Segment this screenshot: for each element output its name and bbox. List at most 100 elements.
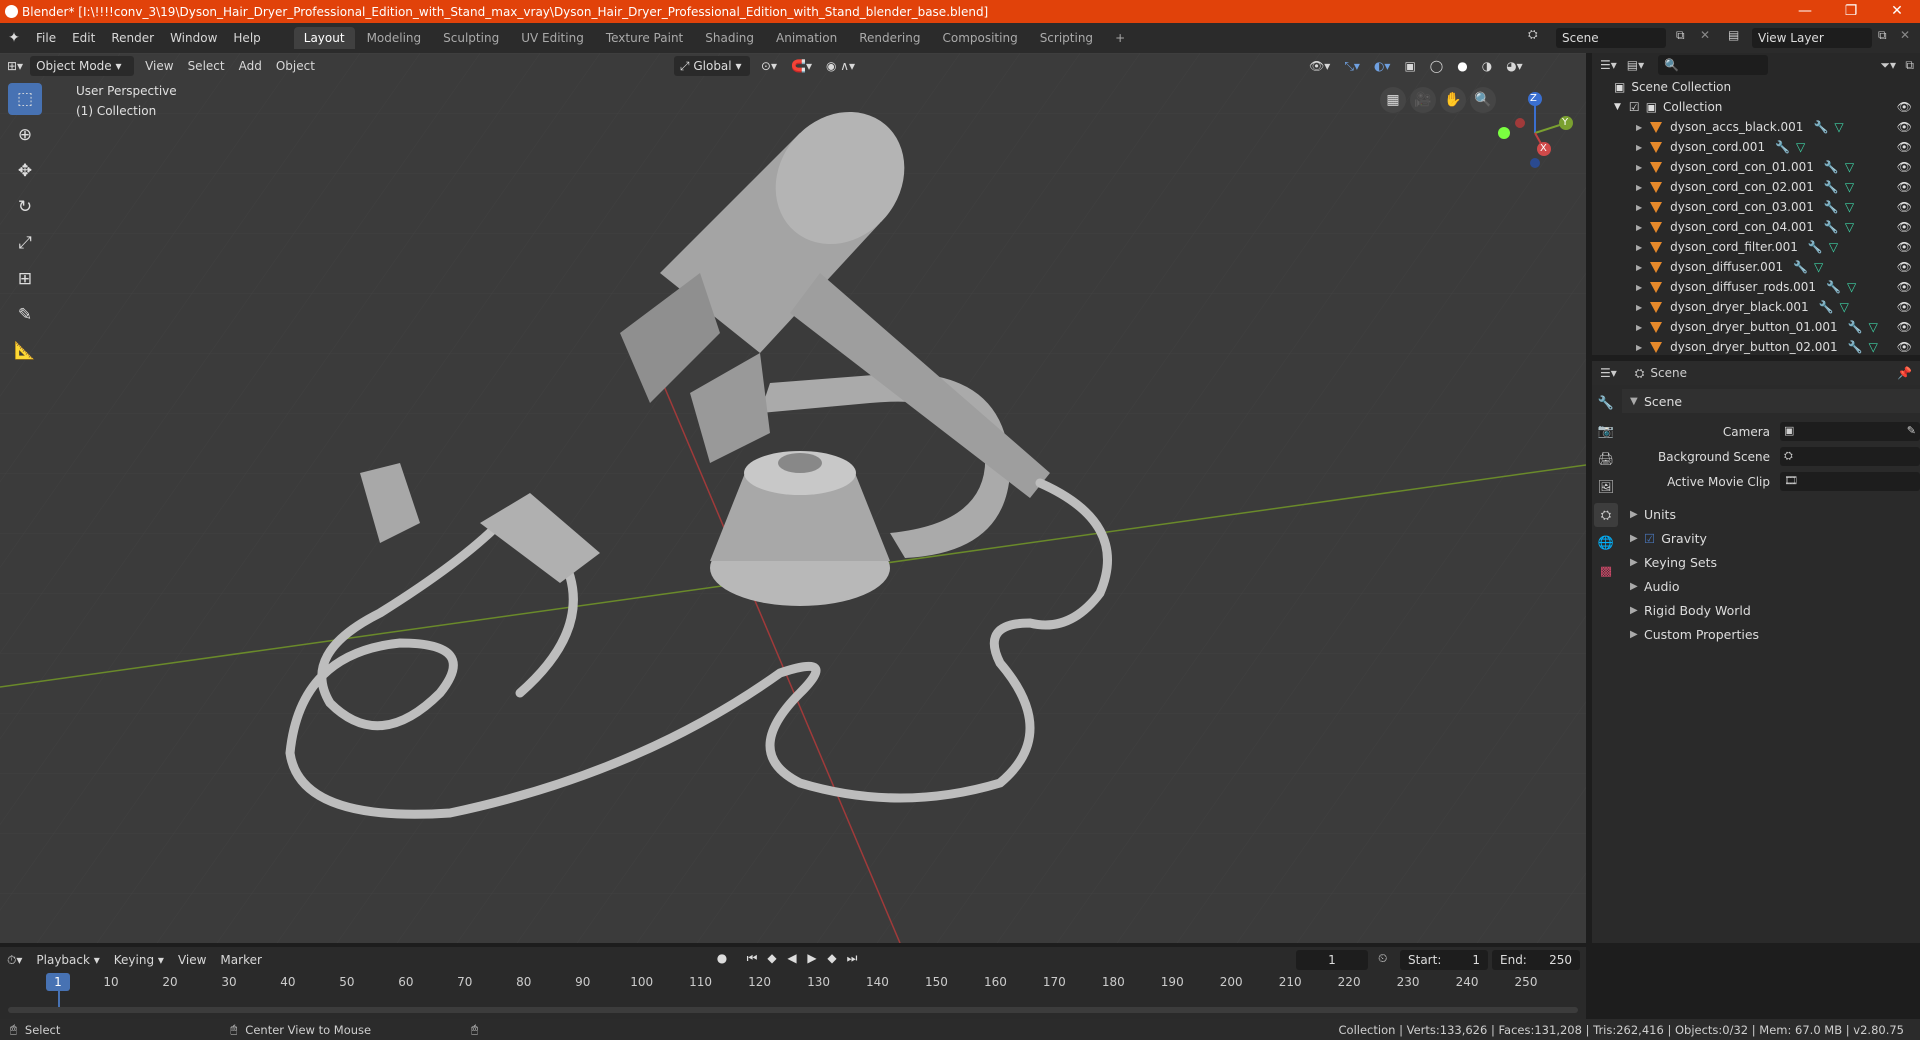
modifier-wrench-icon[interactable]: 🔧 (1826, 280, 1841, 294)
snap-icon[interactable]: 🧲▾ (784, 55, 819, 77)
expand-arrow-icon[interactable]: ▶ (1636, 183, 1642, 192)
new-scene-icon[interactable]: ⧉ (1676, 28, 1685, 43)
viewport-menu-view[interactable]: View (138, 55, 180, 77)
expand-arrow-icon[interactable]: ▶ (1636, 343, 1642, 352)
modifier-wrench-icon[interactable]: 🔧 (1848, 320, 1863, 334)
expand-arrow-icon[interactable]: ▶ (1636, 123, 1642, 132)
tab-uv-editing[interactable]: UV Editing (511, 27, 594, 49)
mesh-data-icon[interactable]: ▽ (1840, 300, 1849, 314)
eye-icon[interactable]: 👁 (1897, 280, 1912, 294)
modifier-wrench-icon[interactable]: 🔧 (1824, 160, 1839, 174)
tab-texture-paint[interactable]: Texture Paint (596, 27, 693, 49)
eye-icon[interactable]: 👁 (1897, 140, 1912, 154)
modifier-wrench-icon[interactable]: 🔧 (1819, 300, 1834, 314)
modifier-wrench-icon[interactable]: 🔧 (1793, 260, 1808, 274)
outliner-item[interactable]: ▶ dyson_accs_black.001 🔧 ▽ 👁 (1592, 117, 1920, 137)
eye-icon[interactable]: 👁 (1897, 240, 1912, 254)
outliner-item[interactable]: ▶ dyson_cord_con_03.001 🔧 ▽ 👁 (1592, 197, 1920, 217)
tab-animation[interactable]: Animation (766, 27, 847, 49)
mesh-data-icon[interactable]: ▽ (1834, 120, 1843, 134)
outliner-search-input[interactable]: 🔍 (1658, 55, 1769, 75)
outliner-item[interactable]: ▶ dyson_cord.001 🔧 ▽ 👁 (1592, 137, 1920, 157)
outliner-item[interactable]: ▶ dyson_diffuser_rods.001 🔧 ▽ 👁 (1592, 277, 1920, 297)
tab-compositing[interactable]: Compositing (932, 27, 1027, 49)
menu-render[interactable]: Render (103, 23, 162, 53)
annotate-tool-icon[interactable]: ✎ (8, 299, 42, 331)
outliner-item[interactable]: ▶ dyson_cord_con_02.001 🔧 ▽ 👁 (1592, 177, 1920, 197)
eye-icon[interactable]: 👁 (1897, 100, 1912, 114)
view-layer-selector[interactable]: View Layer (1752, 28, 1872, 48)
eye-icon[interactable]: 👁 (1897, 340, 1912, 354)
expand-arrow-icon[interactable]: ▶ (1636, 243, 1642, 252)
mesh-data-icon[interactable]: ▽ (1845, 180, 1854, 194)
display-mode-icon[interactable]: ▤▾ (1627, 58, 1644, 72)
scene-collection-row[interactable]: ▣ Scene Collection (1592, 77, 1920, 97)
expand-arrow-icon[interactable]: ▶ (1636, 303, 1642, 312)
pin-icon[interactable]: 📌 (1897, 366, 1912, 380)
object-mode-dropdown[interactable]: Object Mode ▾ (30, 56, 135, 76)
outliner-item[interactable]: ▶ dyson_dryer_button_02.001 🔧 ▽ 👁 (1592, 337, 1920, 357)
frame-ruler[interactable]: 1 10 20 30 40 50 60 70 80 90 100 110 120 130 140 150 160… (0, 947, 1586, 1019)
outliner-item[interactable]: ▶ dyson_cord_con_01.001 🔧 ▽ 👁 (1592, 157, 1920, 177)
eye-icon[interactable]: 👁 (1897, 220, 1912, 234)
modifier-wrench-icon[interactable]: 🔧 (1824, 200, 1839, 214)
3d-viewport[interactable]: ⊞▾ Object Mode ▾ View Select Add Object … (0, 53, 1586, 943)
new-collection-icon[interactable]: ⧉ (1905, 58, 1914, 73)
proportional-edit-icon[interactable]: ◉ ∧▾ (819, 55, 862, 77)
gizmo-toggle-icon[interactable]: ⤡▾ (1337, 55, 1367, 77)
scene-selector[interactable]: Scene (1556, 28, 1666, 48)
expand-arrow-icon[interactable]: ▶ (1636, 283, 1642, 292)
collection-row[interactable]: ▼ ☑ ▣ Collection 👁 (1592, 97, 1920, 117)
timeline-scrollbar[interactable] (8, 1007, 1578, 1013)
camera-field[interactable]: ▣ ✎ (1780, 422, 1920, 441)
transform-orientation-dropdown[interactable]: ⤢ Global ▾ (673, 56, 750, 76)
active-movie-clip-field[interactable]: 🎞 (1780, 472, 1920, 491)
outliner-item[interactable]: ▶ dyson_cord_con_04.001 🔧 ▽ 👁 (1592, 217, 1920, 237)
expand-arrow-icon[interactable]: ▶ (1636, 323, 1642, 332)
modifier-wrench-icon[interactable]: 🔧 (1808, 240, 1823, 254)
custom-properties-panel-header[interactable]: ▶ Custom Properties (1622, 622, 1920, 646)
new-view-layer-icon[interactable]: ⧉ (1878, 28, 1887, 43)
cursor-tool-icon[interactable]: ⊕ (8, 119, 42, 151)
gravity-checkbox[interactable]: ☑ (1644, 531, 1655, 546)
properties-editor-icon[interactable]: ☰▾ (1600, 366, 1617, 380)
menu-file[interactable]: File (28, 23, 64, 53)
modifier-wrench-icon[interactable]: 🔧 (1848, 340, 1863, 354)
eye-icon[interactable]: 👁 (1897, 260, 1912, 274)
tab-sculpting[interactable]: Sculpting (433, 27, 509, 49)
delete-view-layer-icon[interactable]: ✕ (1900, 28, 1910, 42)
add-workspace-button[interactable]: + (1105, 27, 1135, 49)
shading-wireframe-icon[interactable]: ◯ (1423, 55, 1450, 77)
modifier-wrench-icon[interactable]: 🔧 (1824, 180, 1839, 194)
eyedropper-icon[interactable]: ✎ (1907, 424, 1916, 437)
view-layer-tab-icon[interactable]: 🖼 (1594, 475, 1618, 499)
mesh-data-icon[interactable]: ▽ (1869, 320, 1878, 334)
filter-icon[interactable]: ⏷▾ (1880, 58, 1896, 73)
move-tool-icon[interactable]: ✥ (8, 155, 42, 187)
eye-icon[interactable]: 👁 (1897, 160, 1912, 174)
modifier-wrench-icon[interactable]: 🔧 (1824, 220, 1839, 234)
expand-arrow-icon[interactable]: ▶ (1636, 223, 1642, 232)
outliner-editor-icon[interactable]: ☰▾ (1600, 58, 1617, 72)
shading-material-icon[interactable]: ◑ (1475, 55, 1499, 77)
keying-sets-panel-header[interactable]: ▶ Keying Sets (1622, 550, 1920, 574)
menu-edit[interactable]: Edit (64, 23, 103, 53)
scale-tool-icon[interactable]: ⤢ (8, 227, 42, 259)
outliner-item[interactable]: ▶ dyson_cord_filter.001 🔧 ▽ 👁 (1592, 237, 1920, 257)
mesh-data-icon[interactable]: ▽ (1845, 220, 1854, 234)
pivot-point-icon[interactable]: ⊙▾ (754, 55, 784, 77)
transform-tool-icon[interactable]: ⊞ (8, 263, 42, 295)
tab-scripting[interactable]: Scripting (1030, 27, 1103, 49)
menu-help[interactable]: Help (225, 23, 268, 53)
output-tab-icon[interactable]: 🖨 (1594, 447, 1618, 471)
tab-modeling[interactable]: Modeling (357, 27, 432, 49)
overlay-toggle-icon[interactable]: ◐▾ (1367, 55, 1398, 77)
viewport-menu-object[interactable]: Object (269, 55, 322, 77)
modifier-wrench-icon[interactable]: 🔧 (1813, 120, 1828, 134)
minimize-button[interactable]: — (1782, 0, 1828, 23)
mesh-data-icon[interactable]: ▽ (1814, 260, 1823, 274)
shading-rendered-icon[interactable]: ◕▾ (1499, 55, 1530, 77)
outliner-item[interactable]: ▶ dyson_dryer_button_01.001 🔧 ▽ 👁 (1592, 317, 1920, 337)
modifier-wrench-icon[interactable]: 🔧 (1775, 140, 1790, 154)
eye-icon[interactable]: 👁 (1897, 120, 1912, 134)
